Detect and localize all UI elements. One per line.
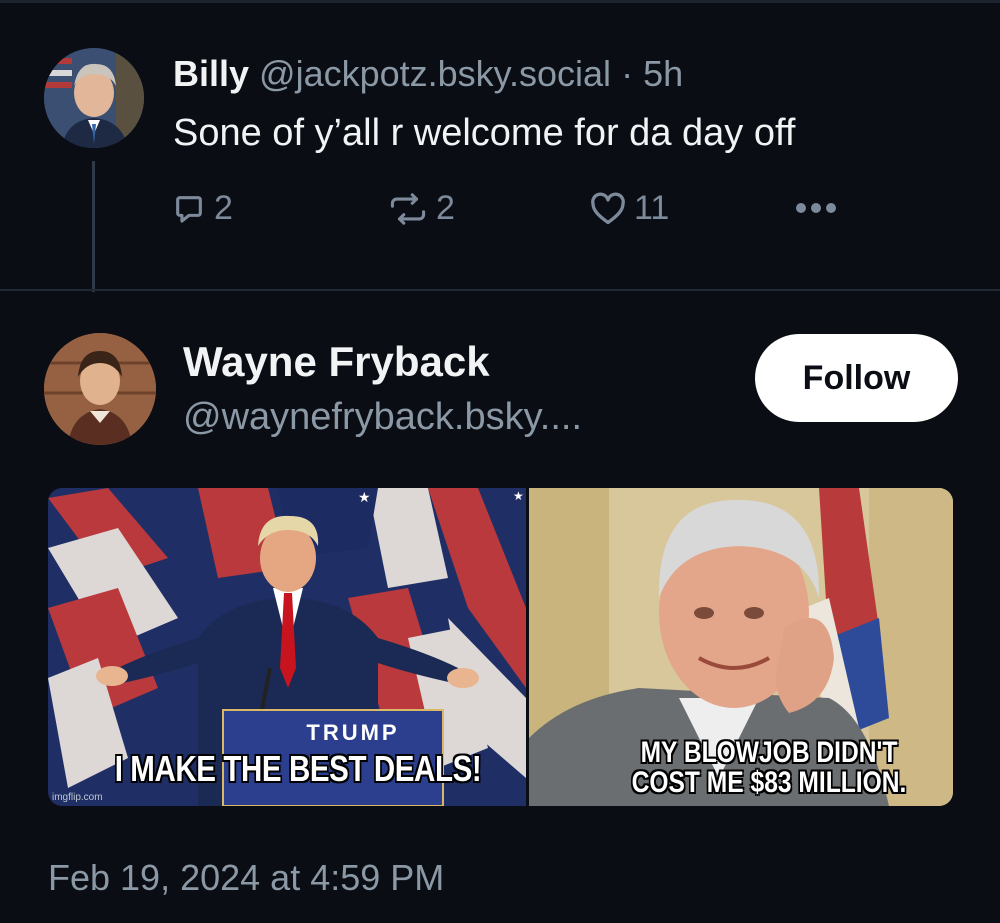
- like-button[interactable]: 11: [590, 189, 669, 228]
- reply-text: Sone of y’all r welcome for da day off: [173, 112, 796, 154]
- more-options-button[interactable]: [793, 193, 839, 223]
- like-count: 11: [634, 189, 670, 227]
- post-divider: [0, 289, 1000, 291]
- more-icon: [796, 203, 836, 213]
- parent-post[interactable]: Billy @jackpotz.bsky.social · 5h Sone of…: [0, 3, 1000, 292]
- repost-count: 2: [436, 189, 455, 227]
- repost-icon: [390, 192, 426, 225]
- repost-button[interactable]: 2: [388, 189, 455, 228]
- follow-button[interactable]: Follow: [755, 334, 958, 422]
- post-author-handle[interactable]: @waynefryback.bsky....: [183, 396, 582, 439]
- watermark-text: imgflip.com: [52, 792, 103, 803]
- meme-caption-right-line2: COST ME $83 MILLION.: [631, 766, 907, 799]
- reply-count: 2: [214, 189, 233, 227]
- thread-line: [92, 161, 95, 292]
- meme-image-right[interactable]: MY BLOWJOB DIDN'T COST ME $83 MILLION.: [529, 488, 953, 806]
- meme-image-left[interactable]: ★ ★ TRUMP I MAKE THE BEST DEALS! imgflip…: [48, 488, 526, 806]
- post-author-name[interactable]: Wayne Fryback: [183, 338, 490, 386]
- reply-button[interactable]: 2: [172, 189, 233, 228]
- reply-header: Billy @jackpotz.bsky.social · 5h: [173, 53, 683, 95]
- billy-avatar[interactable]: [44, 48, 144, 148]
- image-gallery[interactable]: ★ ★ TRUMP I MAKE THE BEST DEALS! imgflip…: [48, 488, 953, 806]
- reply-icon: [176, 195, 202, 223]
- wayne-avatar[interactable]: [44, 333, 156, 445]
- svg-text:★: ★: [513, 489, 524, 503]
- separator-dot: ·: [621, 53, 634, 94]
- reply-age: 5h: [643, 53, 684, 94]
- podium-text: TRUMP: [306, 720, 400, 745]
- reply-actions: 2 2 11: [0, 189, 1000, 233]
- svg-text:★: ★: [358, 490, 371, 506]
- meme-caption-left: I MAKE THE BEST DEALS!: [114, 748, 482, 789]
- meme-caption-right: MY BLOWJOB DIDN'T COST ME $83 MILLION.: [589, 738, 950, 798]
- reply-author-name[interactable]: Billy: [173, 53, 249, 94]
- post-timestamp: Feb 19, 2024 at 4:59 PM: [48, 857, 445, 898]
- meme-caption-right-line1: MY BLOWJOB DIDN'T: [640, 736, 898, 769]
- reply-author-handle[interactable]: @jackpotz.bsky.social: [259, 53, 611, 94]
- heart-icon: [591, 192, 625, 224]
